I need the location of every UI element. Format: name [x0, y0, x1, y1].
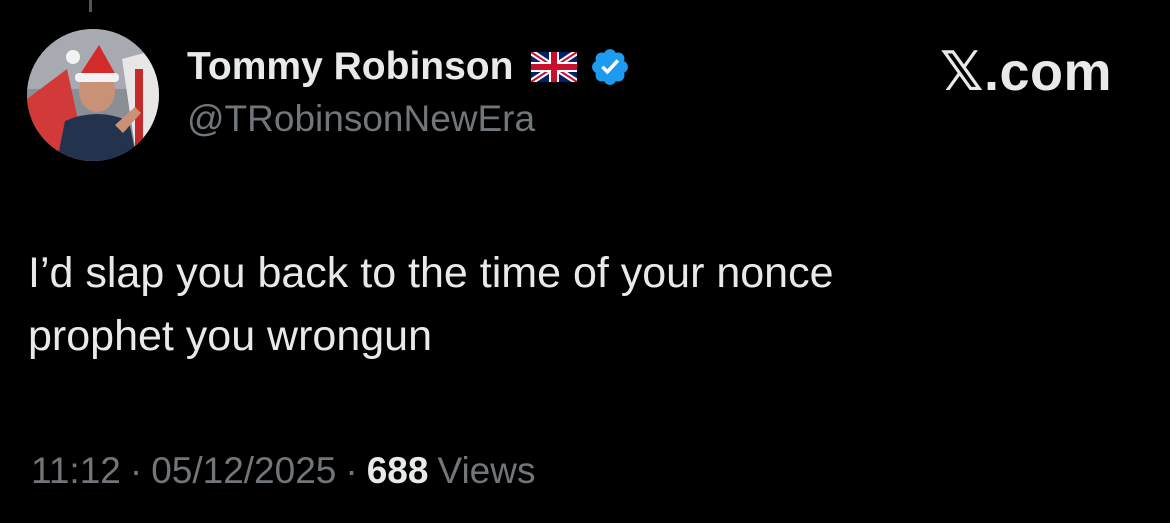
author-display-name[interactable]: Tommy Robinson [187, 45, 513, 89]
uk-flag-icon [529, 49, 580, 85]
meta-separator: · [129, 450, 143, 491]
author-handle[interactable]: @TRobinsonNewEra [187, 98, 535, 140]
avatar-image [27, 29, 159, 161]
thread-line [89, 0, 92, 12]
tweet-card: Tommy Robinson @TRobinsonNewEra 𝕏.com I’… [0, 0, 1170, 523]
tweet-text: I’d slap you back to the time of your no… [28, 249, 834, 360]
meta-separator: · [345, 450, 358, 491]
x-com-logo: 𝕏.com [939, 42, 1112, 102]
avatar[interactable] [27, 29, 159, 161]
views-label: Views [437, 450, 536, 491]
author-name-row: Tommy Robinson [187, 44, 631, 90]
tweet-time[interactable]: 11:12 [31, 450, 121, 492]
verified-badge-icon[interactable] [589, 46, 631, 88]
tweet-meta: 11:12 · 05/12/2025 · 688 Views [31, 450, 535, 492]
views-count: 688 [366, 450, 429, 491]
tweet-date[interactable]: 05/12/2025 [151, 450, 336, 492]
